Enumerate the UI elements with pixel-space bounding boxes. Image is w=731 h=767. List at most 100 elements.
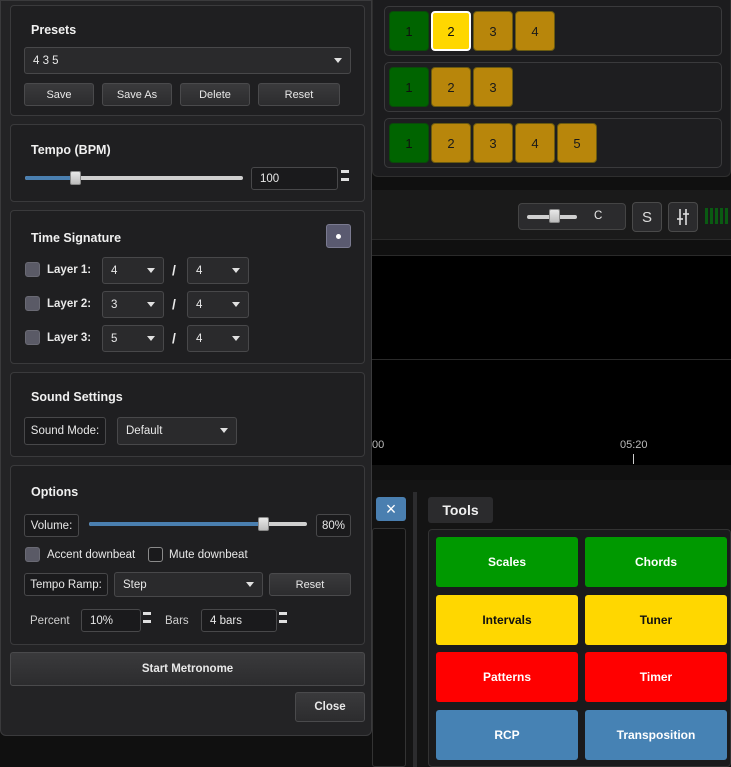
tool-button-transposition[interactable]: Transposition	[585, 709, 727, 760]
beat-cell[interactable]: 1	[389, 123, 429, 163]
beat-cell[interactable]: 4	[515, 123, 555, 163]
tool-button-rcp[interactable]: RCP	[436, 709, 578, 760]
close-button[interactable]: Close	[295, 692, 365, 722]
accent-downbeat-checkbox[interactable]	[25, 547, 40, 562]
tool-button-timer[interactable]: Timer	[585, 652, 727, 702]
tempo-slider-handle[interactable]	[70, 171, 81, 185]
percent-value: 10%	[90, 614, 114, 627]
layer-checkbox[interactable]	[25, 262, 40, 277]
time-signature-title: Time Signature	[31, 231, 122, 245]
tempo-spinbox[interactable]: 100	[251, 167, 338, 190]
chevron-down-icon	[147, 336, 155, 341]
mini-slider[interactable]: C	[518, 203, 626, 230]
tempo-group: Tempo (BPM) 100	[10, 124, 365, 202]
sound-mode-value: Default	[126, 425, 163, 437]
time-signature-separator: /	[172, 330, 176, 346]
options-group: Options Volume: 80% Accent downbeat Mute…	[10, 465, 365, 645]
beat-cell[interactable]: 4	[515, 11, 555, 51]
sound-mode-select[interactable]: Default	[117, 417, 237, 445]
preset-select-value: 4 3 5	[33, 54, 59, 67]
volume-slider-fill	[89, 522, 263, 526]
preset-delete-button[interactable]: Delete	[180, 83, 250, 106]
s-button[interactable]: S	[632, 202, 662, 232]
preset-reset-button[interactable]: Reset	[258, 83, 340, 106]
chevron-down-icon	[334, 58, 342, 63]
tool-button-chords[interactable]: Chords	[585, 537, 727, 587]
sound-mode-label: Sound Mode:	[24, 417, 106, 445]
layer-numerator-select[interactable]: 3	[102, 291, 164, 318]
layer-denominator-value: 4	[196, 298, 203, 311]
beat-cell[interactable]: 3	[473, 11, 513, 51]
layer-denominator-select[interactable]: 4	[187, 291, 249, 318]
close-icon[interactable]: ×	[376, 497, 406, 521]
side-list	[372, 528, 406, 767]
layer-numerator-select[interactable]: 5	[102, 325, 164, 352]
level-meter	[704, 208, 731, 224]
preset-select[interactable]: 4 3 5	[24, 47, 351, 74]
options-title: Options	[31, 485, 79, 499]
layer-numerator-value: 4	[111, 264, 118, 277]
layer-label: Layer 1:	[47, 264, 92, 276]
mini-slider-handle[interactable]	[549, 209, 560, 223]
chevron-down-icon	[220, 428, 228, 433]
preset-save-button[interactable]: Save	[24, 83, 94, 106]
beat-row: 1234	[384, 6, 722, 56]
bars-value: 4 bars	[210, 614, 242, 627]
volume-slider-handle[interactable]	[258, 517, 269, 531]
volume-label: Volume:	[24, 514, 79, 537]
tool-button-tuner[interactable]: Tuner	[585, 594, 727, 645]
layer-denominator-select[interactable]: 4	[187, 325, 249, 352]
timeline-tick	[633, 454, 634, 464]
layer-denominator-value: 4	[196, 332, 203, 345]
beat-cell[interactable]: 5	[557, 123, 597, 163]
percent-stepper[interactable]	[142, 609, 152, 631]
tempo-ramp-select[interactable]: Step	[114, 572, 263, 597]
tempo-ramp-label: Tempo Ramp:	[24, 573, 108, 596]
mute-downbeat-checkbox[interactable]	[148, 547, 163, 562]
layer-numerator-value: 3	[111, 298, 118, 311]
sliders-icon[interactable]	[668, 202, 698, 232]
layer-denominator-select[interactable]: 4	[187, 257, 249, 284]
beat-cell[interactable]: 2	[431, 11, 471, 51]
percent-spinbox[interactable]: 10%	[81, 609, 141, 632]
layer-checkbox[interactable]	[25, 296, 40, 311]
beat-row: 12345	[384, 118, 722, 168]
splitter-handle[interactable]	[413, 492, 417, 767]
beat-cell[interactable]: 2	[431, 123, 471, 163]
start-metronome-button[interactable]: Start Metronome	[10, 652, 365, 686]
beat-cell[interactable]: 1	[389, 67, 429, 107]
tempo-stepper[interactable]	[340, 167, 350, 189]
layer-numerator-select[interactable]: 4	[102, 257, 164, 284]
tool-button-scales[interactable]: Scales	[436, 537, 578, 587]
dot-icon[interactable]	[326, 224, 351, 248]
tempo-title: Tempo (BPM)	[31, 143, 111, 157]
bars-stepper[interactable]	[278, 609, 288, 631]
presets-group: Presets 4 3 5 Save Save As Delete Reset	[10, 5, 365, 116]
bars-spinbox[interactable]: 4 bars	[201, 609, 277, 632]
chevron-down-icon	[232, 336, 240, 341]
chevron-down-icon	[232, 268, 240, 273]
mini-slider-label: C	[594, 210, 603, 222]
chevron-down-icon	[232, 302, 240, 307]
timeline-tick-label: 05:20	[620, 439, 648, 451]
layer-numerator-value: 5	[111, 332, 118, 345]
tool-button-patterns[interactable]: Patterns	[436, 652, 578, 702]
preset-save-as-button[interactable]: Save As	[102, 83, 172, 106]
timeline-divider	[372, 359, 731, 360]
sound-settings-title: Sound Settings	[31, 390, 123, 404]
beat-row: 123	[384, 62, 722, 112]
beat-cell[interactable]: 1	[389, 11, 429, 51]
tool-button-intervals[interactable]: Intervals	[436, 594, 578, 645]
timeline-view[interactable]: 00 05:20	[372, 255, 731, 465]
tools-tab[interactable]: Tools	[428, 497, 493, 523]
volume-value: 80%	[316, 514, 351, 537]
time-signature-separator: /	[172, 296, 176, 312]
tempo-slider-fill	[25, 176, 75, 180]
beat-cell[interactable]: 3	[473, 123, 513, 163]
layer-checkbox[interactable]	[25, 330, 40, 345]
beat-cell[interactable]: 2	[431, 67, 471, 107]
chevron-down-icon	[246, 582, 254, 587]
tempo-ramp-reset-button[interactable]: Reset	[269, 573, 351, 596]
beat-cell[interactable]: 3	[473, 67, 513, 107]
time-signature-group: Time Signature Layer 1: 4 / 4 Layer 2: 3…	[10, 210, 365, 364]
